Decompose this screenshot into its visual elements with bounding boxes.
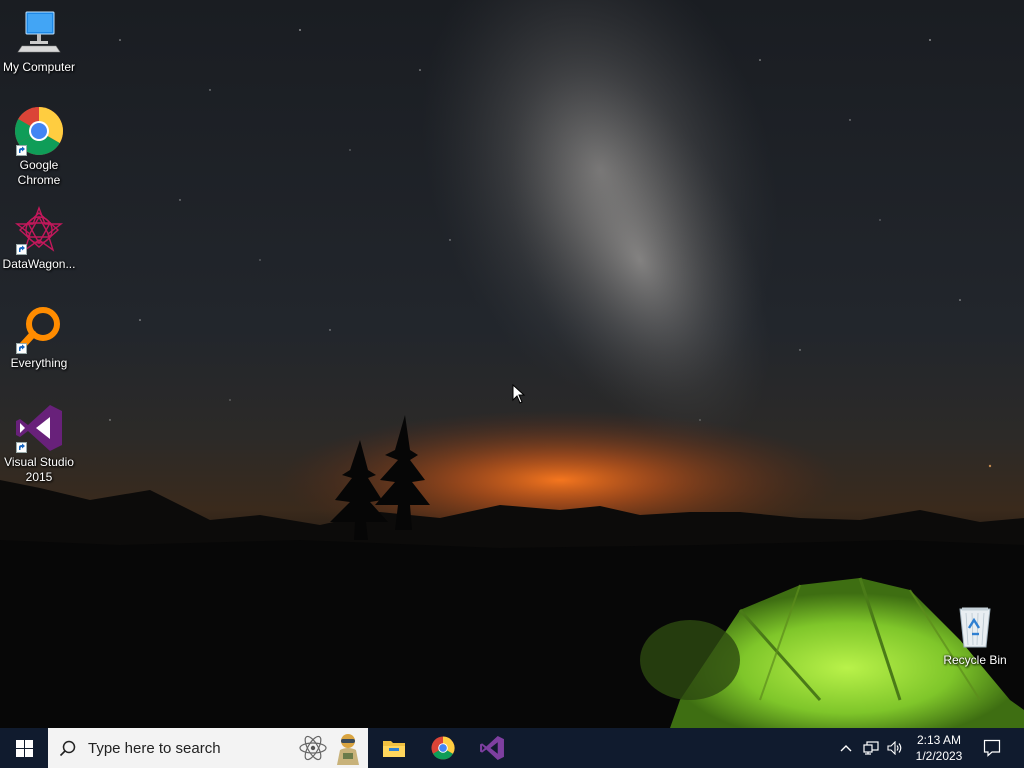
taskbar-chrome-button[interactable]	[419, 728, 467, 768]
taskbar-clock[interactable]: 2:13 AM 1/2/2023	[906, 728, 972, 768]
desktop-icon-my-computer[interactable]: My Computer	[0, 8, 78, 75]
clock-time: 2:13 AM	[916, 733, 962, 747]
desktop-icon-label: My Computer	[2, 60, 76, 74]
network-status-button[interactable]	[860, 728, 882, 768]
shortcut-arrow-icon	[16, 244, 27, 255]
shortcut-arrow-icon	[16, 145, 27, 156]
shortcut-arrow-icon	[16, 343, 27, 354]
action-center-button[interactable]	[972, 728, 1012, 768]
windows-logo-icon	[15, 739, 33, 757]
volume-icon	[887, 741, 902, 755]
search-icon	[59, 740, 76, 757]
show-hidden-icons-button[interactable]	[836, 728, 856, 768]
desktop-icon-label: Google Chrome	[17, 158, 61, 187]
taskbar-search-box[interactable]: Type here to search	[48, 728, 368, 768]
everything-search-icon	[14, 304, 64, 354]
search-highlight-illustration	[298, 731, 362, 765]
datawagon-icon	[14, 205, 64, 255]
clock-date: 1/2/2023	[915, 749, 963, 763]
taskbar-visual-studio-button[interactable]	[468, 728, 516, 768]
desktop-icon-label: Everything	[10, 356, 68, 370]
desktop[interactable]: My Computer Google Chrome DataWagon... E…	[0, 0, 1024, 728]
desktop-icon-visual-studio-2015[interactable]: Visual Studio 2015	[0, 403, 78, 485]
desktop-icon-label: DataWagon...	[2, 257, 76, 271]
wallpaper-night-sky	[0, 0, 1024, 728]
desktop-icon-label: Visual Studio 2015	[4, 455, 74, 484]
start-button[interactable]	[0, 728, 48, 768]
chrome-icon	[14, 106, 64, 156]
desktop-icon-google-chrome[interactable]: Google Chrome	[0, 106, 78, 188]
desktop-icon-datawagon[interactable]: DataWagon...	[0, 205, 78, 272]
computer-icon	[14, 8, 64, 58]
visual-studio-icon	[480, 736, 504, 760]
shortcut-arrow-icon	[16, 442, 27, 453]
chrome-icon	[431, 736, 455, 760]
visual-studio-icon	[14, 403, 64, 453]
file-explorer-icon	[383, 741, 405, 757]
mouse-cursor-icon	[512, 384, 526, 404]
network-icon	[863, 741, 879, 755]
desktop-icon-everything[interactable]: Everything	[0, 304, 78, 371]
atom-icon	[299, 735, 327, 761]
notification-icon	[983, 739, 1001, 757]
taskbar: Type here to search 2:13 AM 1/2/2023	[0, 728, 1024, 768]
chevron-up-icon	[840, 745, 852, 752]
desktop-icon-recycle-bin[interactable]: Recycle Bin	[936, 601, 1014, 668]
desktop-icon-label: Recycle Bin	[943, 653, 1007, 667]
volume-button[interactable]	[884, 728, 906, 768]
recycle-bin-icon	[950, 601, 1000, 651]
taskbar-file-explorer-button[interactable]	[370, 728, 418, 768]
search-placeholder: Type here to search	[88, 739, 221, 757]
scientist-illustration-icon	[337, 734, 359, 765]
